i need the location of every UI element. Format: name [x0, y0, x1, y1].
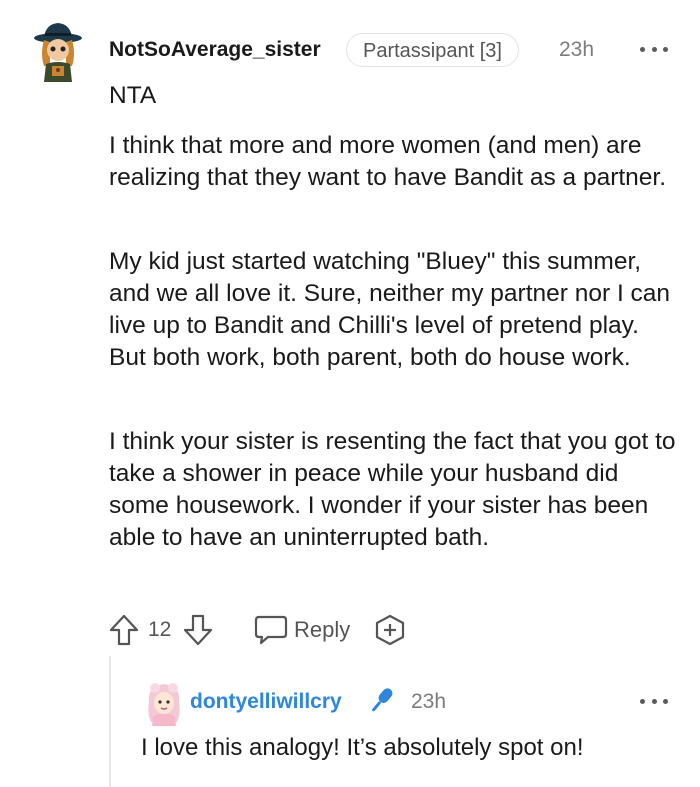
comment-verdict: NTA: [109, 82, 157, 109]
downvote-button[interactable]: [182, 610, 214, 650]
comment-paragraph-2: My kid just started watching "Bluey" thi…: [109, 248, 671, 371]
comment-actions: 12 Reply: [108, 610, 428, 650]
upvote-button[interactable]: [108, 610, 140, 650]
reply-label: Reply: [294, 617, 351, 642]
reply-timestamp: 23h: [411, 690, 447, 713]
reply-body: I love this analogy! It’s absolutely spo…: [141, 734, 584, 761]
comment-paragraph-3: I think your sister is resenting the fac…: [109, 428, 676, 551]
comment-body: NTA: [109, 80, 679, 112]
more-options-icon[interactable]: [640, 45, 668, 53]
comment-timestamp: 23h: [559, 38, 595, 61]
add-award-icon: [375, 614, 405, 646]
upvote-arrow-icon: [109, 614, 139, 646]
reply-more-options-icon[interactable]: [640, 697, 668, 705]
comment-paragraph: My kid just started watching "Bluey" thi…: [109, 246, 679, 374]
user-flair: Partassipant [3]: [346, 33, 519, 67]
speech-bubble-icon: [254, 615, 288, 645]
reply-username[interactable]: dontyelliwillcry: [190, 690, 342, 714]
reply-user-avatar[interactable]: [143, 680, 185, 726]
comment-paragraph: I think that more and more women (and me…: [109, 130, 679, 194]
microphone-icon: [364, 684, 398, 718]
vote-count-label: 12: [148, 618, 172, 641]
vote-count: 12: [148, 610, 171, 650]
comment-paragraph: I think your sister is resenting the fac…: [109, 426, 679, 554]
thread-line[interactable]: [109, 656, 111, 787]
reply-button[interactable]: Reply: [254, 610, 350, 650]
downvote-arrow-icon: [183, 614, 213, 646]
user-avatar[interactable]: [32, 20, 84, 82]
comment-paragraph-1: I think that more and more women (and me…: [109, 132, 667, 191]
award-button[interactable]: [374, 610, 406, 650]
comment-username[interactable]: NotSoAverage_sister: [109, 38, 321, 62]
